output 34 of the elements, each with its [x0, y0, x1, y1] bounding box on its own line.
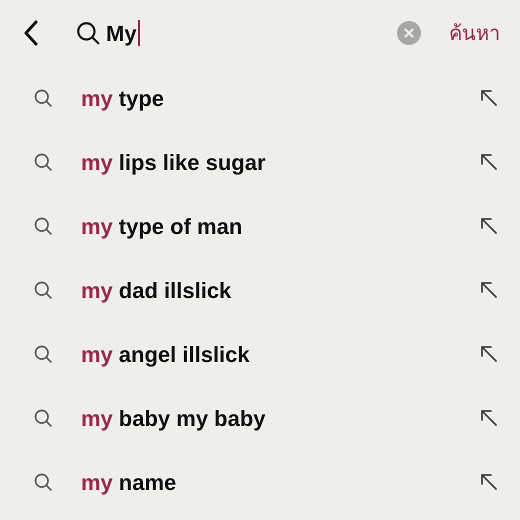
suggestion-item[interactable]: my type of man: [0, 194, 520, 258]
suggestion-text: my angel illslick: [81, 340, 251, 369]
search-icon: [75, 20, 101, 46]
arrow-up-left-icon[interactable]: [480, 281, 498, 299]
arrow-up-left-icon[interactable]: [480, 473, 498, 491]
text-cursor: [138, 20, 140, 46]
close-icon: [404, 28, 414, 38]
suggestion-text: my name: [81, 468, 178, 497]
suggestion-item[interactable]: my lips like sugar: [0, 130, 520, 194]
suggestion-item[interactable]: my dad illslick: [0, 258, 520, 322]
search-icon: [33, 344, 53, 364]
search-input-text[interactable]: My: [106, 16, 137, 50]
search-button[interactable]: ค้นหา: [449, 18, 500, 48]
search-icon: [33, 88, 53, 108]
arrow-up-left-icon[interactable]: [480, 345, 498, 363]
chevron-left-icon: [23, 20, 39, 46]
suggestion-item[interactable]: my baby my baby: [0, 386, 520, 450]
arrow-up-left-icon[interactable]: [480, 217, 498, 235]
suggestion-item[interactable]: my angel illslick: [0, 322, 520, 386]
search-icon: [33, 216, 53, 236]
arrow-up-left-icon[interactable]: [480, 153, 498, 171]
suggestion-item[interactable]: my name: [0, 450, 520, 514]
search-icon: [33, 472, 53, 492]
search-icon: [33, 280, 53, 300]
suggestion-text: my baby my baby: [81, 404, 267, 433]
arrow-up-left-icon[interactable]: [480, 89, 498, 107]
search-icon: [33, 152, 53, 172]
suggestion-text: my type: [81, 84, 166, 113]
arrow-up-left-icon[interactable]: [480, 409, 498, 427]
suggestion-text: my type of man: [81, 212, 244, 241]
suggestion-item[interactable]: my type: [0, 66, 520, 130]
suggestion-text: my dad illslick: [81, 276, 232, 305]
suggestion-text: my lips like sugar: [81, 148, 267, 177]
search-icon: [33, 408, 53, 428]
